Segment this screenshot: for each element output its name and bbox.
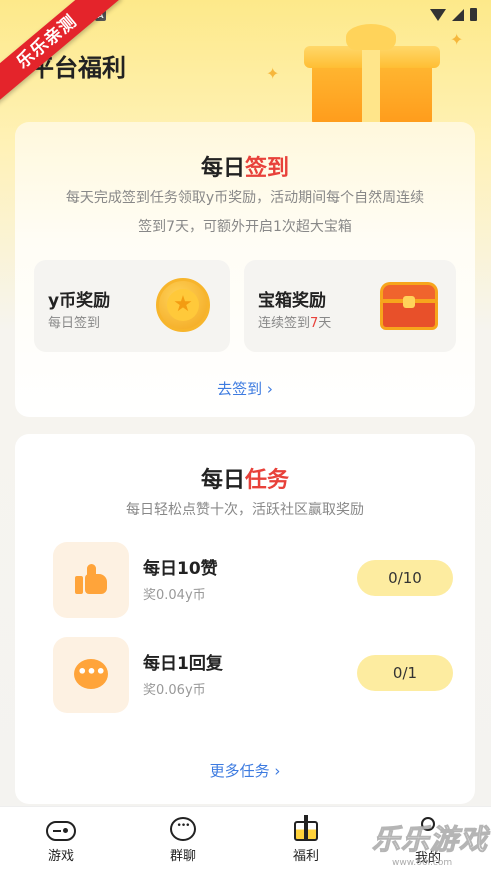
tasks-description: 每日轻松点赞十次，活跃社区赢取奖励	[126, 502, 364, 518]
gift-icon	[294, 815, 318, 841]
chest-reward-subtitle: 连续签到7天	[258, 316, 332, 331]
sparkle-icon: ✦	[266, 64, 280, 83]
tab-label: 福利	[292, 849, 319, 864]
task-reward: 奖0.06y币	[143, 683, 206, 698]
signin-title: 每日签到	[200, 156, 290, 181]
battery-icon	[470, 8, 477, 21]
tab-group-chat[interactable]: 群聊	[143, 815, 223, 864]
tab-label: 游戏	[47, 849, 74, 864]
go-signin-link[interactable]: 去签到 ›	[15, 378, 475, 399]
coin-reward-title: y币奖励	[48, 291, 111, 311]
treasure-chest-icon	[380, 282, 438, 330]
coin-icon: ★	[156, 278, 210, 332]
chat-bubble-icon: •••	[53, 637, 129, 713]
task-item-reply[interactable]: ••• 每日1回复 奖0.06y币 0/1	[53, 637, 453, 713]
signal-icon	[452, 8, 464, 21]
watermark-logo: 乐乐游戏	[371, 823, 489, 857]
task-progress-badge: 0/1	[357, 655, 453, 691]
tasks-title: 每日任务	[200, 468, 290, 493]
watermark-url: www.66l.com	[392, 858, 453, 868]
gamepad-icon	[46, 821, 76, 841]
chat-icon	[170, 817, 196, 841]
gift-box-illustration	[300, 18, 450, 128]
task-title: 每日10赞	[143, 559, 218, 579]
task-progress-badge: 0/10	[357, 560, 453, 596]
thumbs-up-icon	[53, 542, 129, 618]
tab-welfare[interactable]: 福利	[266, 815, 346, 864]
task-reward: 奖0.04y币	[143, 588, 206, 603]
task-item-likes[interactable]: 每日10赞 奖0.04y币 0/10	[53, 542, 453, 618]
coin-reward-card[interactable]: y币奖励 每日签到 ★	[34, 260, 230, 352]
chest-reward-title: 宝箱奖励	[258, 291, 326, 311]
tab-games[interactable]: 游戏	[21, 815, 101, 864]
more-tasks-link[interactable]: 更多任务 ›	[15, 760, 475, 781]
tab-label: 群聊	[169, 849, 196, 864]
sparkle-icon: ✦	[450, 30, 464, 49]
chest-reward-card[interactable]: 宝箱奖励 连续签到7天	[244, 260, 456, 352]
daily-signin-card: 每日签到 每天完成签到任务领取y币奖励，活动期间每个自然周连续 签到7天，可额外…	[15, 122, 475, 417]
task-title: 每日1回复	[143, 654, 223, 674]
daily-tasks-card: 每日任务 每日轻松点赞十次，活跃社区赢取奖励 每日10赞 奖0.04y币 0/1…	[15, 434, 475, 804]
signin-description: 每天完成签到任务领取y币奖励，活动期间每个自然周连续 签到7天，可额外开启1次超…	[65, 190, 425, 235]
coin-reward-subtitle: 每日签到	[48, 316, 101, 331]
